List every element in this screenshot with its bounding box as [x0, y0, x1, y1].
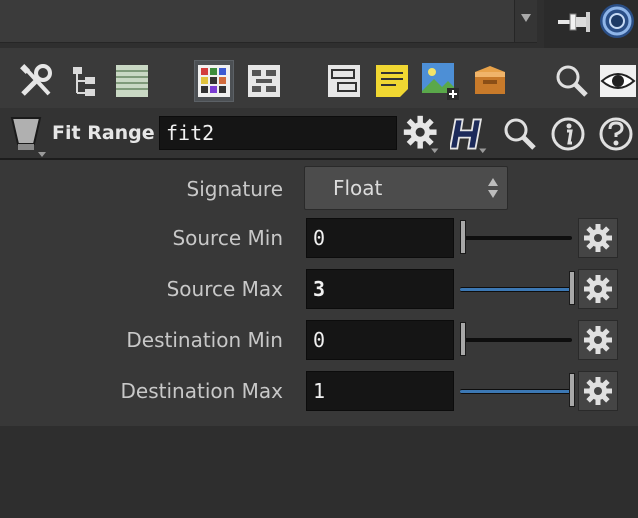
slider-track [460, 338, 572, 342]
empty-panel-area [0, 426, 638, 518]
node-type-label: Fit Range [52, 122, 155, 144]
fit-range-node-icon[interactable] [10, 114, 46, 157]
gear-icon[interactable] [402, 114, 442, 154]
destination-max-label: Destination Max [120, 379, 283, 403]
box-icon[interactable] [470, 60, 510, 102]
help-question-icon[interactable] [596, 114, 636, 154]
signature-menu[interactable]: Float [304, 166, 508, 210]
color-grid-icon[interactable] [194, 60, 234, 102]
help-h-icon[interactable] [450, 114, 490, 154]
slider-handle[interactable] [460, 322, 466, 356]
slider-handle[interactable] [569, 271, 575, 305]
wrench-icon[interactable] [16, 60, 56, 102]
destination-max-slider[interactable] [460, 371, 576, 411]
view-toggle-icon[interactable] [598, 2, 636, 40]
pin-icon[interactable] [554, 6, 594, 38]
source-min-field[interactable]: 0 [306, 218, 454, 258]
slider-handle[interactable] [460, 220, 466, 254]
search-icon[interactable] [552, 60, 592, 102]
parameter-panel: Signature Float Source Min 0 Source Max … [0, 160, 638, 426]
slider-track [460, 389, 572, 394]
source-max-slider[interactable] [460, 269, 576, 309]
destination-min-field[interactable]: 0 [306, 320, 454, 360]
destination-min-slider[interactable] [460, 320, 576, 360]
slider-track [460, 236, 572, 240]
gear-icon[interactable] [578, 320, 618, 360]
destination-max-field[interactable]: 1 [306, 371, 454, 411]
info-icon[interactable] [548, 114, 588, 154]
signature-value: Float [333, 176, 383, 200]
pane-controls [544, 0, 638, 48]
source-min-slider[interactable] [460, 218, 576, 258]
signature-label: Signature [186, 177, 283, 201]
network-path-field[interactable] [0, 0, 514, 43]
slider-track [460, 287, 572, 292]
gear-icon[interactable] [578, 371, 618, 411]
updown-arrows-icon [487, 176, 499, 200]
search-icon[interactable] [500, 114, 540, 154]
source-max-label: Source Max [166, 277, 283, 301]
node-name-input[interactable] [159, 116, 397, 150]
layout-icon[interactable] [244, 60, 284, 102]
source-min-label: Source Min [172, 226, 283, 250]
path-dropdown-button[interactable] [514, 0, 537, 43]
destination-min-label: Destination Min [126, 328, 283, 352]
hierarchy-icon[interactable] [64, 60, 104, 102]
sticky-note-icon[interactable] [372, 60, 412, 102]
add-image-icon[interactable] [420, 60, 460, 102]
source-max-field[interactable]: 3 [306, 269, 454, 309]
eye-icon[interactable] [598, 60, 638, 102]
path-bar [0, 0, 638, 48]
gear-icon[interactable] [578, 269, 618, 309]
node-view-icon[interactable] [324, 60, 364, 102]
slider-handle[interactable] [569, 373, 575, 407]
parameter-toolbar [0, 56, 638, 106]
node-header: Fit Range [0, 108, 638, 160]
gear-icon[interactable] [578, 218, 618, 258]
list-icon[interactable] [112, 60, 152, 102]
